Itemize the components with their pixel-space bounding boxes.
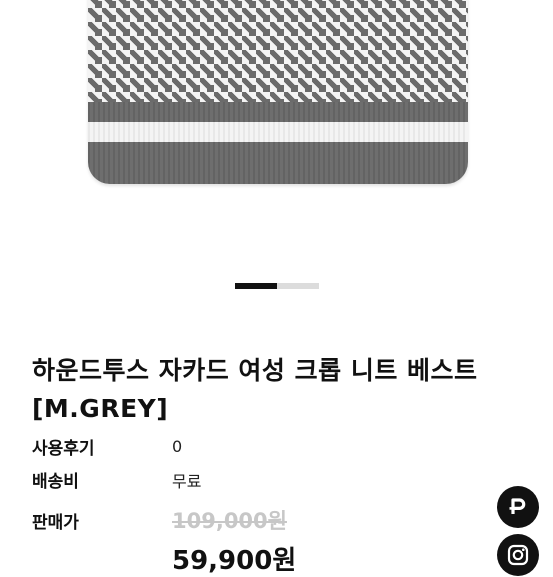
- carousel-indicator[interactable]: [235, 283, 319, 289]
- shipping-label: 배송비: [32, 472, 79, 492]
- rib-white-stripe: [88, 122, 468, 142]
- reviews-row: 사용후기 0: [32, 434, 182, 459]
- rib-band-bottom: [88, 142, 468, 184]
- reviews-count[interactable]: 0: [172, 437, 182, 456]
- price-row: 판매가 109,000원: [32, 505, 287, 535]
- shipping-row: 배송비 무료: [32, 467, 202, 493]
- rib-band-top: [88, 102, 468, 122]
- sale-price: 59,900원: [172, 546, 297, 576]
- p-brand-button[interactable]: [497, 486, 539, 528]
- reviews-label: 사용후기: [32, 439, 95, 459]
- instagram-button[interactable]: [497, 534, 539, 576]
- carousel-indicator-active[interactable]: [235, 283, 277, 289]
- product-image[interactable]: [0, 0, 553, 268]
- p-brand-icon: [509, 498, 526, 514]
- instagram-icon: [507, 544, 529, 566]
- product-title: 하운드투스 자카드 여성 크롭 니트 베스트 [M.GREY]: [32, 356, 478, 423]
- shipping-value: 무료: [172, 471, 202, 491]
- carousel-indicator-inactive[interactable]: [277, 283, 319, 289]
- houndstooth-pattern: [88, 0, 468, 102]
- original-price: 109,000원: [172, 509, 287, 533]
- price-label: 판매가: [32, 512, 79, 533]
- houndstooth-knit-vest-image: [88, 0, 468, 184]
